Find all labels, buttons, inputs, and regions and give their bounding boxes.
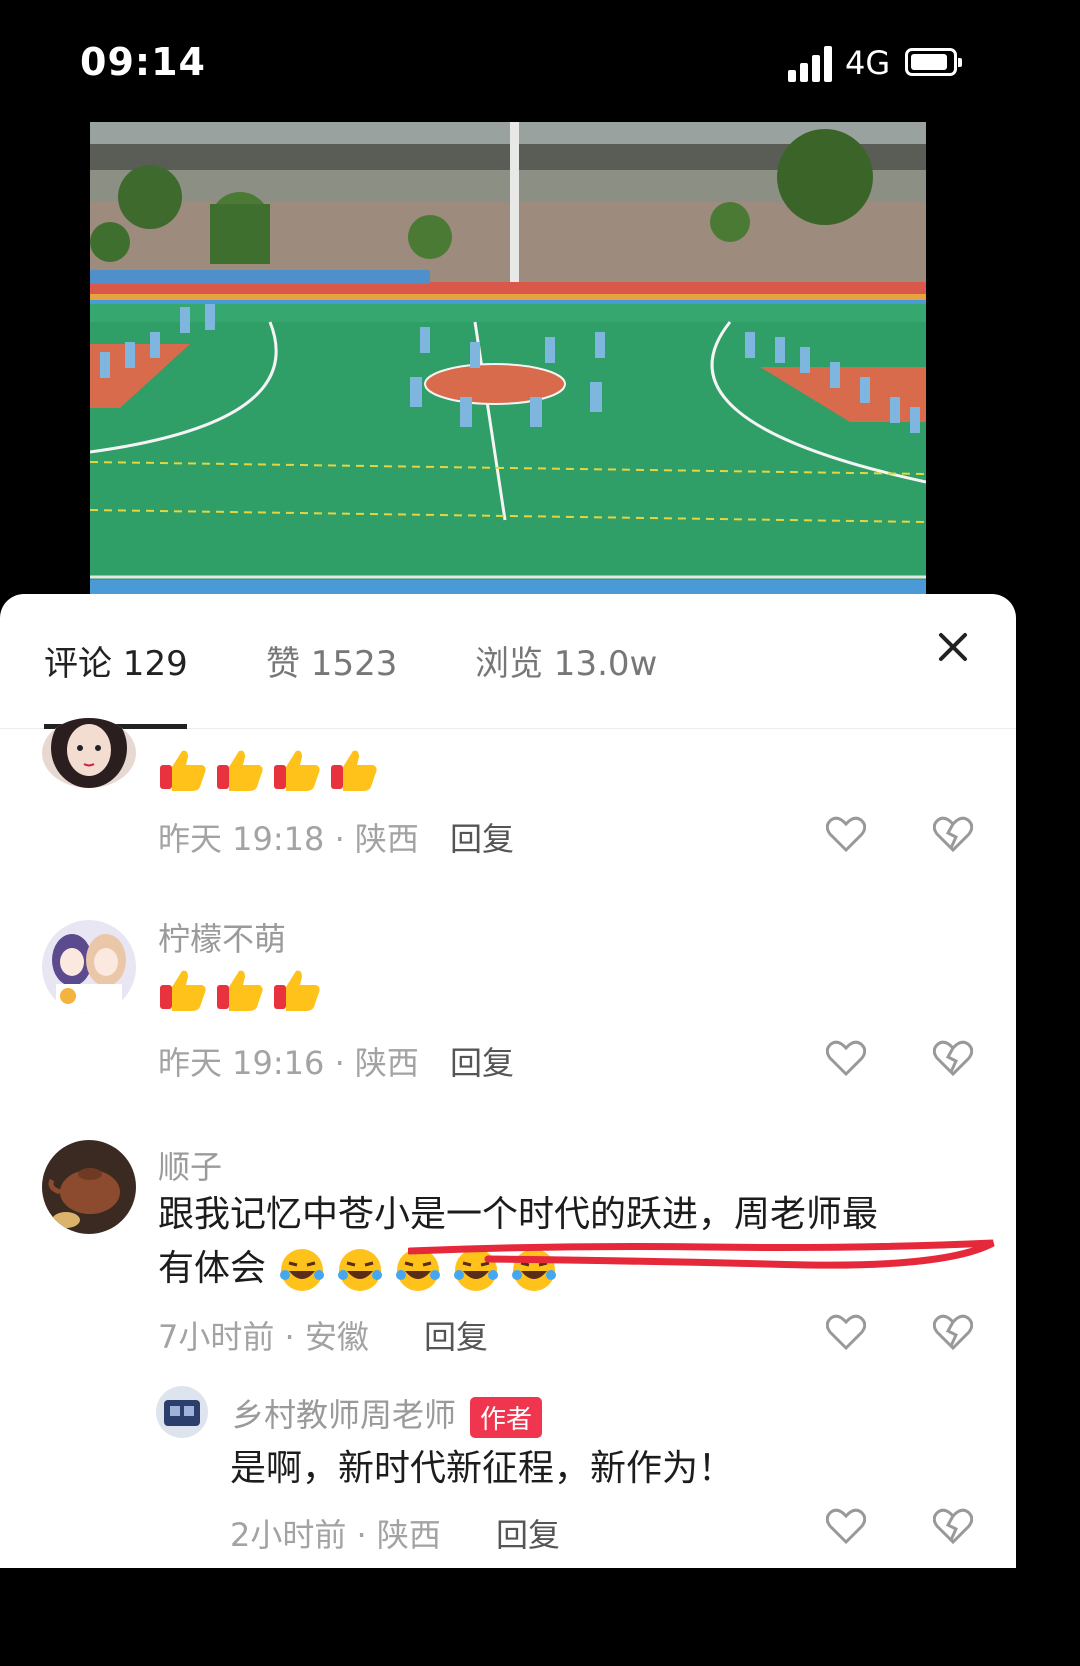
reply-button[interactable]: 回复 xyxy=(450,814,514,860)
heart-icon[interactable] xyxy=(826,1314,866,1350)
author-badge: 作者 xyxy=(470,1396,543,1438)
reply-text: 是啊，新时代新征程，新作为！ xyxy=(230,1448,735,1489)
tab-likes[interactable]: 赞 1523 xyxy=(266,636,397,685)
thumbs-up-icon xyxy=(215,747,265,793)
status-time: 09:14 xyxy=(80,40,206,84)
comment-meta: 7小时前 · 安徽 xyxy=(158,1318,369,1356)
heart-icon[interactable] xyxy=(826,816,866,852)
comment-emojis xyxy=(158,962,329,1016)
video-player[interactable] xyxy=(90,122,926,594)
thumbs-up-icon xyxy=(158,747,208,793)
heart-icon[interactable] xyxy=(826,1508,866,1544)
laughing-emoji-icon xyxy=(277,1247,327,1293)
broken-heart-icon[interactable] xyxy=(933,1040,973,1076)
close-icon[interactable] xyxy=(930,624,976,670)
comment-sheet: 评论 129 赞 1523 浏览 13.0w 昨天 19:18 · 陕西 回复 xyxy=(0,594,1016,1568)
comment-tabs: 评论 129 赞 1523 浏览 13.0w xyxy=(0,594,1016,729)
broken-heart-icon[interactable] xyxy=(933,1314,973,1350)
signal-icon xyxy=(788,46,834,82)
video-frame xyxy=(90,122,926,594)
thumbs-up-icon xyxy=(329,747,379,793)
avatar[interactable] xyxy=(42,920,136,1014)
comment-text-line1: 跟我记忆中苍小是一个时代的跃进，周老师最 xyxy=(158,1194,879,1235)
comment-emojis xyxy=(158,742,386,796)
reply-author-name: 乡村教师周老师 xyxy=(232,1396,457,1434)
thumbs-up-icon xyxy=(158,967,208,1013)
reply-button[interactable]: 回复 xyxy=(450,1038,514,1084)
status-bar: 09:14 4G xyxy=(0,0,1016,120)
thumbs-up-icon xyxy=(272,967,322,1013)
avatar[interactable] xyxy=(42,1140,136,1234)
red-underline-annotation xyxy=(408,1239,995,1269)
battery-icon xyxy=(905,48,962,76)
comment-meta: 昨天 19:18 · 陕西 xyxy=(158,820,419,858)
comment-author[interactable]: 顺子 xyxy=(158,1142,222,1188)
reply-button[interactable]: 回复 xyxy=(424,1312,488,1358)
broken-heart-icon[interactable] xyxy=(933,816,973,852)
thumbs-up-icon xyxy=(272,747,322,793)
thumbs-up-icon xyxy=(215,967,265,1013)
comment-meta: 昨天 19:16 · 陕西 xyxy=(158,1044,419,1082)
comment-text-line2-text: 有体会 xyxy=(158,1248,267,1289)
network-type: 4G xyxy=(845,44,891,82)
avatar[interactable] xyxy=(156,1386,208,1438)
comment-author[interactable]: 柠檬不萌 xyxy=(158,914,286,960)
tab-comments[interactable]: 评论 129 xyxy=(44,636,188,685)
reply-meta: 2小时前 · 陕西 xyxy=(230,1516,441,1554)
laughing-emoji-icon xyxy=(335,1247,385,1293)
reply-author[interactable]: 乡村教师周老师 作者 xyxy=(232,1390,543,1438)
heart-icon[interactable] xyxy=(826,1040,866,1076)
broken-heart-icon[interactable] xyxy=(933,1508,973,1544)
avatar[interactable] xyxy=(42,718,136,788)
tab-views[interactable]: 浏览 13.0w xyxy=(475,636,657,685)
reply-button[interactable]: 回复 xyxy=(496,1510,560,1556)
